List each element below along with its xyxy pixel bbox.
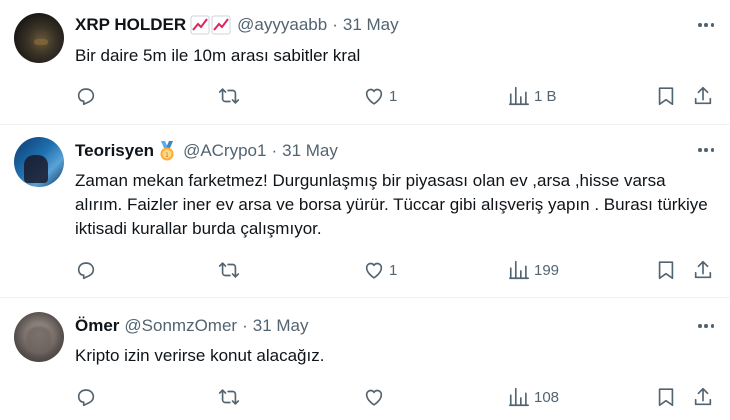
- user-handle[interactable]: @ACrypo1: [183, 141, 266, 161]
- share-icon: [694, 86, 712, 105]
- more-options-icon[interactable]: [696, 140, 716, 160]
- tweet-actions: 1 1 B: [0, 84, 730, 108]
- share-icon: [694, 387, 712, 406]
- tweet-header: XRP HOLDER @ayyyaabb · 31 May: [75, 14, 399, 36]
- retweet-icon: [218, 389, 240, 405]
- tweet-1[interactable]: XRP HOLDER @ayyyaabb · 31 May Bir daire …: [0, 0, 730, 124]
- share-icon: [694, 260, 712, 279]
- views-button[interactable]: 199: [508, 258, 559, 282]
- gold-medal-emoji-icon: 1: [156, 140, 178, 162]
- like-button[interactable]: 1: [363, 84, 397, 108]
- tweet-actions: 108: [0, 385, 730, 409]
- separator-dot: ·: [242, 316, 248, 335]
- retweet-button[interactable]: [218, 385, 240, 409]
- tweet-header: Ömer @SonmzOmer · 31 May: [75, 315, 309, 337]
- display-name[interactable]: Ömer: [75, 316, 119, 336]
- avatar[interactable]: [14, 137, 64, 187]
- tweet-date[interactable]: 31 May: [343, 15, 399, 35]
- separator-dot: ·: [332, 15, 338, 34]
- reply-icon: [77, 262, 95, 280]
- like-button[interactable]: 1: [363, 258, 397, 282]
- bookmark-icon: [658, 388, 674, 407]
- tweet-actions: 1 199: [0, 258, 730, 282]
- avatar[interactable]: [14, 312, 64, 362]
- avatar[interactable]: [14, 13, 64, 63]
- reply-button[interactable]: [75, 385, 97, 409]
- reply-icon: [77, 389, 95, 407]
- heart-icon: [365, 262, 383, 279]
- display-name[interactable]: XRP HOLDER: [75, 15, 186, 35]
- views-icon: [509, 387, 529, 407]
- reply-icon: [77, 88, 95, 106]
- chart-increasing-emoji-icon: [190, 15, 232, 35]
- tweet-text: Kripto izin verirse konut alacağız.: [75, 346, 325, 365]
- bookmark-icon: [658, 261, 674, 280]
- views-button[interactable]: 1 B: [508, 84, 557, 108]
- retweet-button[interactable]: [218, 258, 240, 282]
- bookmark-button[interactable]: [655, 258, 677, 282]
- reply-button[interactable]: [75, 258, 97, 282]
- views-icon: [509, 260, 529, 280]
- view-count: 1 B: [534, 87, 557, 105]
- share-button[interactable]: [692, 258, 714, 282]
- like-button[interactable]: [363, 385, 389, 409]
- view-count: 199: [534, 261, 560, 279]
- heart-icon: [365, 88, 383, 105]
- tweet-text: Bir daire 5m ile 10m arası sabitler kral: [75, 46, 361, 65]
- bookmark-icon: [658, 87, 674, 106]
- bookmark-button[interactable]: [655, 385, 677, 409]
- retweet-button[interactable]: [218, 84, 240, 108]
- tweet-3[interactable]: Ömer @SonmzOmer · 31 May Kripto izin ver…: [0, 298, 730, 420]
- views-button[interactable]: 108: [508, 385, 559, 409]
- svg-text:1: 1: [165, 152, 169, 159]
- share-button[interactable]: [692, 84, 714, 108]
- tweet-2[interactable]: Teorisyen 1 @ACrypo1 · 31 May Zaman meka…: [0, 125, 730, 297]
- heart-icon: [365, 389, 383, 406]
- tweet-date[interactable]: 31 May: [282, 141, 338, 161]
- more-options-icon[interactable]: [696, 316, 716, 336]
- views-icon: [509, 86, 529, 106]
- reply-button[interactable]: [75, 84, 97, 108]
- tweet-text: Zaman mekan farketmez! Durgunlaşmış bir …: [75, 171, 708, 238]
- more-options-icon[interactable]: [696, 15, 716, 35]
- tweet-header: Teorisyen 1 @ACrypo1 · 31 May: [75, 140, 338, 162]
- user-handle[interactable]: @SonmzOmer: [124, 316, 237, 336]
- view-count: 108: [534, 388, 560, 406]
- like-count: 1: [389, 87, 398, 105]
- retweet-icon: [218, 88, 240, 104]
- display-name[interactable]: Teorisyen: [75, 141, 154, 161]
- like-count: 1: [389, 261, 398, 279]
- retweet-icon: [218, 262, 240, 278]
- bookmark-button[interactable]: [655, 84, 677, 108]
- share-button[interactable]: [692, 385, 714, 409]
- tweet-date[interactable]: 31 May: [253, 316, 309, 336]
- user-handle[interactable]: @ayyyaabb: [237, 15, 327, 35]
- separator-dot: ·: [271, 141, 278, 160]
